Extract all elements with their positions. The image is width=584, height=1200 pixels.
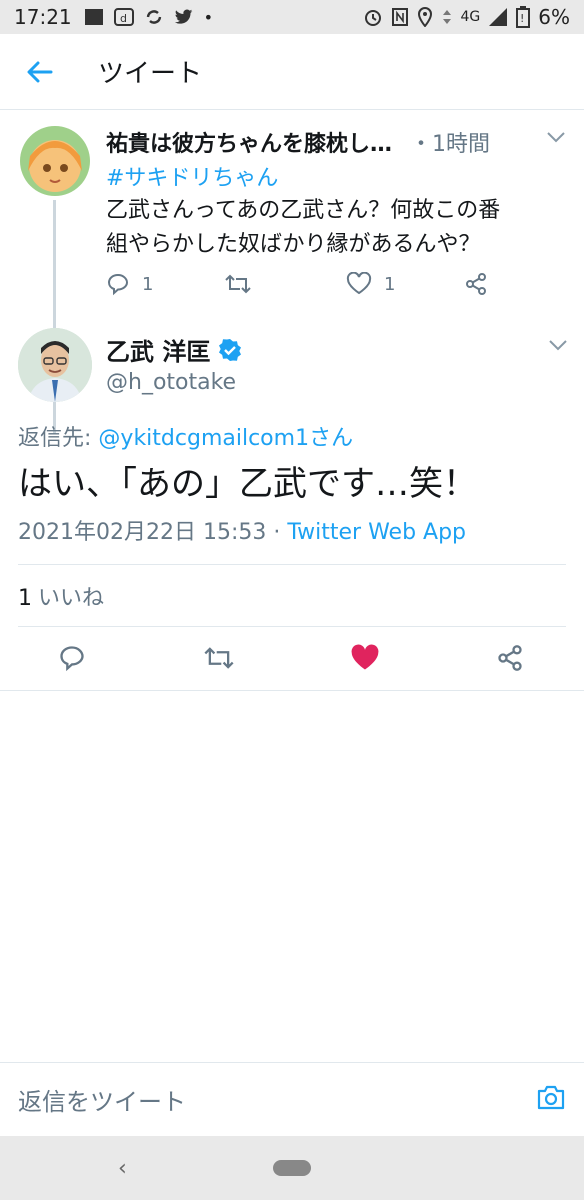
like-label: いいね bbox=[38, 586, 105, 611]
reply-input[interactable]: 返信をツイート bbox=[18, 1082, 186, 1117]
retweet-icon bbox=[225, 274, 251, 294]
tweet-timestamp: 2021年02月22日 15:53 bbox=[18, 520, 267, 545]
reply-composer-bar[interactable]: 返信をツイート bbox=[0, 1062, 584, 1136]
back-arrow-icon bbox=[27, 61, 53, 82]
tweet-actions: 1 1 bbox=[106, 272, 506, 302]
chevron-down-icon[interactable] bbox=[548, 338, 568, 352]
author-name[interactable]: 乙武 洋匡 bbox=[106, 332, 210, 367]
system-nav-bar: ‹ bbox=[0, 1136, 584, 1200]
reply-mention-link[interactable]: @ykitdcgmailcom1さん bbox=[98, 426, 353, 451]
sync-icon bbox=[146, 10, 161, 24]
svg-text:!: ! bbox=[520, 12, 524, 25]
verified-badge-icon bbox=[219, 338, 242, 361]
reply-button[interactable] bbox=[52, 638, 92, 678]
parent-tweet[interactable]: 祐貴は彼方ちゃんを膝枕し… ・1時間 #サキドリちゃん 乙武さんってあの乙武さん… bbox=[0, 112, 584, 434]
anime-avatar-image bbox=[20, 126, 90, 196]
tweet-text: 乙武さんってあの乙武さん？何故この番 組やらかした奴ばかり縁があるんや？ bbox=[106, 194, 576, 262]
tweet-time: ・1時間 bbox=[410, 132, 491, 157]
app-bar: ツイート bbox=[0, 34, 584, 110]
retweet-icon bbox=[204, 647, 234, 669]
status-dot: • bbox=[203, 7, 214, 27]
author-name-row[interactable]: 乙武 洋匡 bbox=[106, 332, 242, 367]
tweet-text: はい、「あの」乙武です…笑！ bbox=[18, 464, 477, 504]
tweet-text-line: 乙武さんってあの乙武さん？何故この番 bbox=[106, 198, 501, 223]
tweet-text-line: 組やらかした奴ばかり縁があるんや？ bbox=[106, 232, 481, 257]
chevron-down-icon[interactable] bbox=[546, 130, 566, 144]
twitter-bird-icon bbox=[174, 9, 192, 24]
divider bbox=[0, 690, 584, 691]
likes-summary[interactable]: 1 いいね bbox=[18, 580, 104, 612]
heart-filled-icon bbox=[351, 644, 379, 670]
tweet-actions bbox=[0, 638, 584, 678]
d-app-icon: d bbox=[113, 8, 134, 26]
share-icon bbox=[498, 645, 522, 671]
share-button[interactable] bbox=[464, 272, 488, 296]
status-time: 17:21 bbox=[14, 5, 72, 29]
battery-icon: ! bbox=[516, 6, 531, 28]
signal-icon bbox=[489, 8, 508, 26]
retweet-button[interactable] bbox=[199, 638, 239, 678]
nav-back-button[interactable]: ‹ bbox=[118, 1156, 127, 1181]
retweet-button[interactable] bbox=[224, 272, 262, 296]
reply-count: 1 bbox=[142, 273, 154, 295]
reply-to-line: 返信先: @ykitdcgmailcom1さん bbox=[18, 420, 353, 452]
battery-level: 6% bbox=[538, 5, 570, 29]
data-arrows-icon bbox=[442, 10, 451, 24]
share-button[interactable] bbox=[490, 638, 530, 678]
reply-button[interactable]: 1 bbox=[106, 272, 153, 296]
hashtag-link[interactable]: #サキドリちゃん bbox=[106, 160, 278, 192]
profile-photo bbox=[18, 328, 92, 402]
camera-icon[interactable] bbox=[536, 1083, 566, 1111]
like-button[interactable]: 1 bbox=[346, 272, 395, 296]
like-count: 1 bbox=[384, 273, 396, 295]
divider bbox=[18, 564, 566, 565]
reply-icon bbox=[107, 273, 129, 296]
tweet-meta: 2021年02月22日 15:53 · Twitter Web App bbox=[18, 514, 466, 546]
author-handle[interactable]: @h_ototake bbox=[106, 370, 236, 395]
nfc-icon bbox=[391, 8, 408, 26]
reply-to-label: 返信先: bbox=[18, 426, 92, 451]
network-type: 4G bbox=[460, 9, 481, 25]
notification-square-icon bbox=[84, 9, 103, 25]
tweet-source-link[interactable]: Twitter Web App bbox=[287, 520, 466, 545]
svg-text:d: d bbox=[120, 12, 127, 25]
like-count: 1 bbox=[18, 586, 32, 611]
divider bbox=[18, 626, 566, 627]
nav-home-pill[interactable] bbox=[273, 1160, 311, 1176]
status-bar: 17:21 d • 4G ! 6% bbox=[0, 0, 584, 34]
page-title: ツイート bbox=[98, 59, 203, 89]
location-icon bbox=[417, 7, 432, 27]
heart-outline-icon bbox=[346, 272, 372, 295]
parent-tweet-header: 祐貴は彼方ちゃんを膝枕し… ・1時間 bbox=[106, 126, 566, 158]
author-name[interactable]: 祐貴は彼方ちゃんを膝枕し… bbox=[106, 126, 392, 158]
avatar[interactable] bbox=[18, 328, 92, 402]
like-button[interactable] bbox=[345, 638, 385, 678]
avatar[interactable] bbox=[20, 126, 90, 196]
meta-separator: · bbox=[266, 520, 288, 545]
alarm-icon bbox=[364, 10, 381, 26]
share-icon bbox=[466, 273, 486, 295]
back-button[interactable] bbox=[0, 34, 80, 110]
reply-icon bbox=[60, 646, 84, 672]
